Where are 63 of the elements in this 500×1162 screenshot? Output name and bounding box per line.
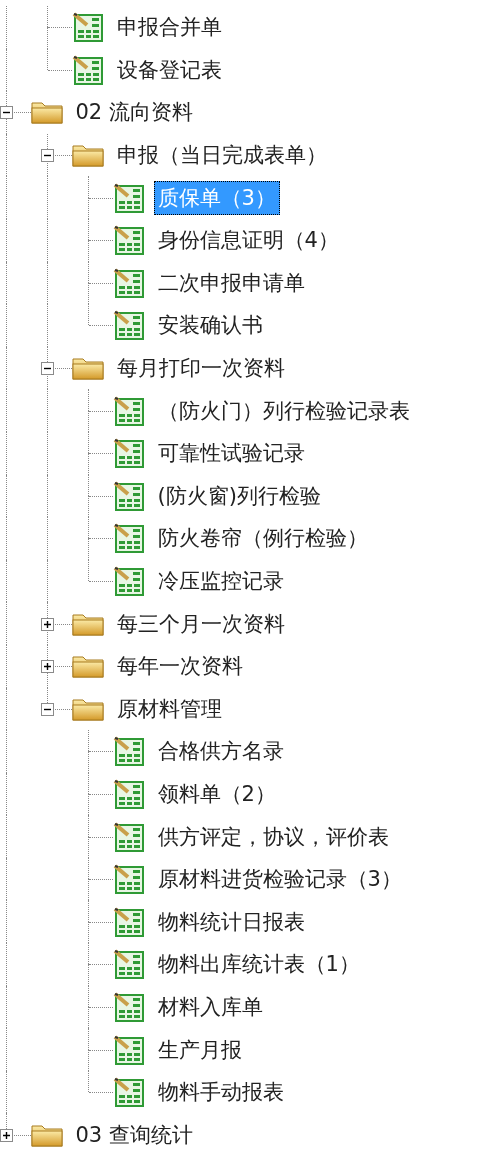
spreadsheet-icon <box>112 310 145 341</box>
spreadsheet-icon <box>112 736 145 767</box>
tree-item-label[interactable]: 身份信息证明（4） <box>153 223 343 258</box>
collapse-toggle[interactable] <box>0 106 13 120</box>
spreadsheet-icon <box>112 225 145 256</box>
spreadsheet-icon <box>112 991 145 1022</box>
tree-item-label[interactable]: 领料单（2） <box>153 777 280 811</box>
tree-item-label[interactable]: 物料出库统计表（1） <box>153 947 364 982</box>
tree-item-label[interactable]: (防火窗)列行检验 <box>153 478 325 513</box>
tree-item-label[interactable]: 原材料管理 <box>112 691 226 726</box>
tree-item-label[interactable]: 每年一次资料 <box>112 649 247 684</box>
tree-item-label[interactable]: 可靠性试验记录 <box>153 436 309 471</box>
tree-item-label[interactable]: 安装确认书 <box>153 308 267 343</box>
expand-toggle[interactable] <box>40 660 54 674</box>
tree-item-label[interactable]: 物料手动报表 <box>153 1075 288 1110</box>
tree-item-label[interactable]: 03 查询统计 <box>71 1117 197 1152</box>
expand-toggle[interactable] <box>40 617 54 631</box>
tree-item-label[interactable]: 防火卷帘（例行检验） <box>153 521 372 556</box>
spreadsheet-icon <box>71 54 104 85</box>
spreadsheet-icon <box>112 779 145 809</box>
tree-item-label[interactable]: 每三个月一次资料 <box>112 606 289 641</box>
expand-toggle[interactable] <box>0 1128 13 1142</box>
spreadsheet-icon <box>71 12 104 43</box>
tree-item-label[interactable]: 冷压监控记录 <box>153 564 288 598</box>
tree-item-label[interactable]: 申报合并单 <box>112 10 226 45</box>
tree-item-label[interactable]: 合格供方名录 <box>153 734 288 769</box>
plus-icon <box>1 1130 11 1140</box>
tree-item-label[interactable]: 原材料进货检验记录（3） <box>153 862 406 897</box>
collapse-toggle[interactable] <box>40 362 54 376</box>
spreadsheet-icon <box>112 267 145 298</box>
spreadsheet-icon <box>112 480 145 511</box>
tree-item-label[interactable]: 每月打印一次资料 <box>112 351 289 386</box>
spreadsheet-icon <box>112 438 145 469</box>
tree-item-label[interactable]: 二次申报申请单 <box>153 265 309 300</box>
spreadsheet-icon <box>112 906 145 937</box>
tree-item-label[interactable]: 生产月报 <box>153 1032 246 1067</box>
collapse-toggle[interactable] <box>40 702 54 716</box>
spreadsheet-icon <box>112 523 145 554</box>
spreadsheet-icon <box>112 821 145 852</box>
spreadsheet-icon <box>112 566 145 596</box>
tree-item-label[interactable]: （防火门）列行检验记录表 <box>153 393 414 428</box>
tree-item-label[interactable]: 02 流向资料 <box>71 95 197 130</box>
spreadsheet-icon <box>112 1034 145 1065</box>
folder-icon <box>71 356 104 381</box>
tree-item-label[interactable]: 申报（当日完成表单） <box>112 138 331 173</box>
tree-item-label[interactable]: 物料统计日报表 <box>153 904 309 939</box>
tree-item-label[interactable]: 供方评定，协议，评价表 <box>153 819 393 854</box>
tree-item-label[interactable]: 材料入库单 <box>153 989 267 1024</box>
plus-icon <box>42 662 52 672</box>
spreadsheet-icon <box>112 1077 145 1108</box>
folder-icon <box>30 1122 63 1147</box>
spreadsheet-icon <box>112 864 145 895</box>
folder-icon <box>71 654 104 679</box>
folder-icon <box>71 143 104 168</box>
folder-icon <box>71 696 104 721</box>
collapse-toggle[interactable] <box>40 149 54 163</box>
spreadsheet-icon <box>112 395 145 426</box>
folder-icon <box>30 100 63 125</box>
plus-icon <box>42 619 52 629</box>
spreadsheet-icon <box>112 949 145 980</box>
tree-item-label[interactable]: 设备登记表 <box>112 52 226 87</box>
spreadsheet-icon <box>112 182 145 213</box>
folder-icon <box>71 611 104 636</box>
